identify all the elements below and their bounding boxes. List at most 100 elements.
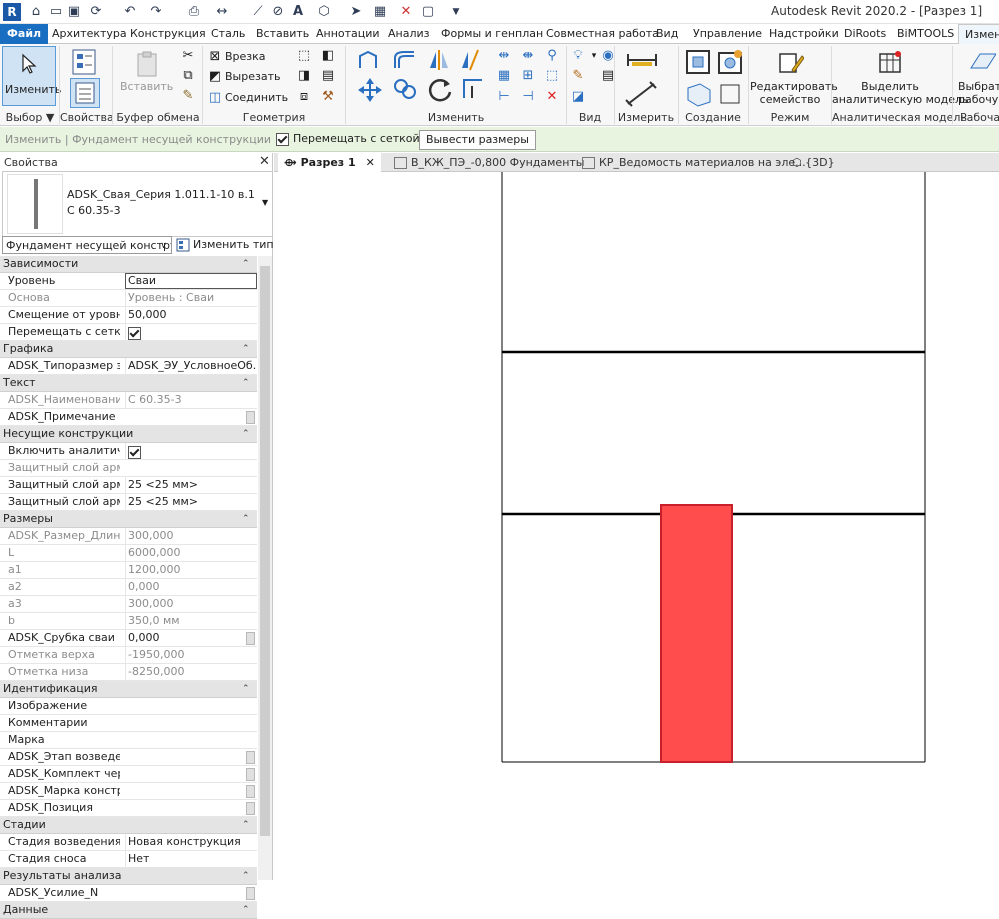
array-icon[interactable]: ▦ [496, 68, 512, 84]
measure-icon[interactable]: ↔ [214, 4, 230, 20]
tag-icon[interactable]: ⊘ [270, 4, 286, 20]
collapse-icon[interactable]: ⌃ [242, 818, 250, 832]
3d-view-icon[interactable]: ⬡ [316, 4, 332, 20]
edit-value-button[interactable] [246, 632, 255, 645]
wall-joins-icon[interactable]: ⬚ [296, 48, 312, 64]
property-row[interactable]: Защитный слой арма... [0, 460, 257, 477]
paint-icon[interactable]: ◧ [320, 48, 336, 64]
cut-geometry-button[interactable]: Вырезать [225, 68, 280, 86]
collapse-icon[interactable]: ⌃ [242, 869, 250, 883]
property-group-header[interactable]: Данные ⌃ [0, 902, 257, 919]
property-row[interactable]: L 6000,000 [0, 545, 257, 562]
property-row[interactable]: Включить аналитиче... [0, 443, 257, 460]
demolish-hammer-icon[interactable]: ⚒ [320, 89, 336, 105]
aligned-dimension-icon[interactable] [624, 80, 664, 108]
tab-manage[interactable]: Управление [693, 24, 762, 44]
property-row[interactable]: Марка [0, 732, 257, 749]
property-row[interactable]: Отметка низа -8250,000 [0, 664, 257, 681]
close-hidden-icon[interactable]: ✕ [398, 4, 414, 20]
chevron-down-icon[interactable]: ▼ [262, 198, 268, 207]
properties-scrollbar[interactable] [258, 256, 272, 880]
property-group-header[interactable]: Зависимости ⌃ [0, 256, 257, 273]
undo-icon[interactable]: ↶ [122, 4, 138, 20]
cope-button[interactable]: Врезка [225, 48, 266, 66]
collapse-icon[interactable]: ⌃ [242, 342, 250, 356]
edit-value-button[interactable] [246, 751, 255, 764]
property-value[interactable]: Сваи [125, 273, 257, 289]
edit-value-button[interactable] [246, 768, 255, 781]
create-parts-icon[interactable] [684, 80, 712, 108]
section-view-drawing[interactable] [274, 172, 999, 880]
modify-button[interactable]: Изменить [2, 46, 61, 106]
collapse-icon[interactable]: ⌃ [242, 257, 250, 271]
collapse-icon[interactable]: ⌃ [242, 903, 250, 917]
edit-family-label-1[interactable]: Редактировать [750, 80, 838, 93]
property-value[interactable]: Новая конструкция [125, 834, 256, 850]
copy-icon[interactable]: ⧉ [180, 68, 196, 84]
edit-value-button[interactable] [246, 802, 255, 815]
join-icon[interactable]: ◫ [207, 90, 223, 106]
edit-family-icon[interactable] [776, 48, 804, 76]
tab-diroots[interactable]: DiRoots [844, 24, 886, 44]
scrollbar-thumb[interactable] [260, 266, 270, 836]
tab-architecture[interactable]: Архитектура [52, 24, 127, 44]
unpin-icon[interactable]: ⬚ [544, 68, 560, 84]
collapse-icon[interactable]: ⌃ [242, 512, 250, 526]
paste-icon[interactable] [133, 50, 161, 78]
trim-single-icon[interactable]: ⊢ [496, 89, 512, 105]
tab-collaborate[interactable]: Совместная работа [546, 24, 659, 44]
tab-insert[interactable]: Вставить [256, 24, 309, 44]
offset-icon[interactable] [392, 48, 418, 72]
move-with-grid-option[interactable]: Перемещать с сеткой [276, 132, 420, 146]
property-value[interactable]: 25 <25 мм> [125, 477, 256, 493]
analytical-model-icon[interactable] [876, 48, 904, 76]
property-row[interactable]: ADSK_Типоразмер эл... ADSK_ЭУ_УсловноеОб.… [0, 358, 257, 375]
property-row[interactable]: ADSK_Размер_Длина 300,000 [0, 528, 257, 545]
open-icon[interactable]: ▭ [48, 4, 64, 20]
analytical-label-1[interactable]: Выделить [832, 80, 948, 93]
view-tab-schedule[interactable]: КР_Ведомость материалов на эле... [582, 153, 806, 172]
property-row[interactable]: ADSK_Комплект черт... [0, 766, 257, 783]
property-row[interactable]: Перемещать с сеткой [0, 324, 257, 341]
trim-extend-icon[interactable] [460, 76, 486, 102]
join-button[interactable]: Соединить [225, 89, 288, 107]
property-row[interactable]: ADSK_Срубка сваи 0,000 [0, 630, 257, 647]
tab-analyze[interactable]: Анализ [388, 24, 430, 44]
tab-modify-context[interactable]: Изменить | Фундамент несущей конструкции [958, 24, 999, 46]
edit-family-label-2[interactable]: семейство [750, 93, 830, 106]
measure-between-icon[interactable] [624, 50, 664, 68]
work-plane-label-1[interactable]: Выбрать [958, 80, 999, 93]
tab-file[interactable]: Файл [0, 24, 49, 44]
type-properties-icon[interactable] [70, 48, 98, 76]
hide-bulb-icon[interactable]: 💡︎ [570, 48, 586, 64]
tab-structure[interactable]: Конструкция [130, 24, 206, 44]
property-row[interactable]: Стадия возведения Новая конструкция [0, 834, 257, 851]
section-icon[interactable]: ➤ [348, 4, 364, 20]
property-group-header[interactable]: Несущие конструкции ⌃ [0, 426, 257, 443]
property-row[interactable]: Отметка верха -1950,000 [0, 647, 257, 664]
tab-annotate[interactable]: Аннотации [316, 24, 380, 44]
tab-steel[interactable]: Сталь [211, 24, 245, 44]
close-icon[interactable]: ✕ [259, 154, 270, 169]
property-row[interactable]: Уровень Сваи [0, 273, 257, 290]
property-row[interactable]: ADSK_Марка констру... [0, 783, 257, 800]
property-checkbox[interactable] [128, 326, 141, 340]
tab-bimtools[interactable]: BiMTOOLS [897, 24, 954, 44]
collapse-icon[interactable]: ⌃ [242, 376, 250, 390]
property-value[interactable]: 25 <25 мм> [125, 494, 256, 510]
work-plane-label-2[interactable]: рабочую [958, 93, 999, 106]
drawing-canvas[interactable] [274, 172, 999, 880]
property-row[interactable]: Комментарии [0, 715, 257, 732]
tab-view[interactable]: Вид [656, 24, 678, 44]
type-selector[interactable]: ADSK_Свая_Серия 1.011.1-10 в.1 С 60.35-3… [2, 171, 273, 237]
collapse-icon[interactable]: ⌃ [242, 427, 250, 441]
linework-icon[interactable]: ✎ [570, 68, 586, 84]
split-icon[interactable]: ⇹ [496, 48, 512, 64]
property-group-header[interactable]: Результаты анализа ⌃ [0, 868, 257, 885]
remove-paint-icon[interactable]: ⧈ [296, 89, 312, 105]
scale-icon[interactable]: ⊞ [520, 68, 536, 84]
copy-element-icon[interactable] [392, 76, 418, 102]
property-row[interactable]: ADSK_Наименование С 60.35-3 [0, 392, 257, 409]
property-row[interactable]: Стадия сноса Нет [0, 851, 257, 868]
view-tab-3d[interactable]: ⬡ {3D} [792, 153, 835, 172]
